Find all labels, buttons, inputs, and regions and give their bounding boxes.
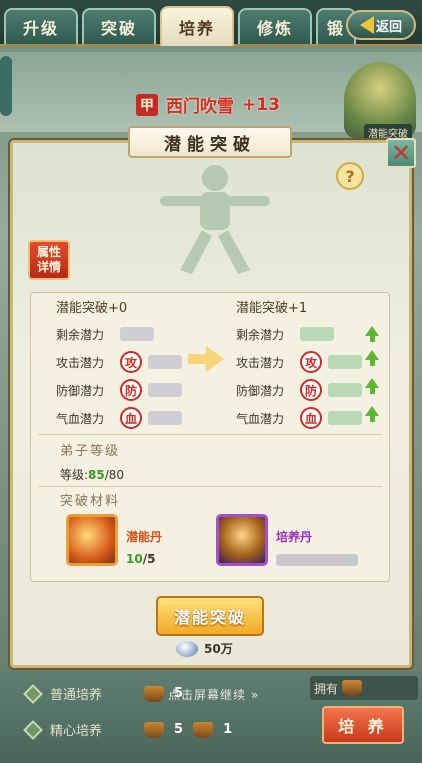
material-name: 潜能丹 <box>126 530 163 544</box>
stat-label: 攻击潜力 <box>56 355 105 370</box>
top-tab-bar: 升级 突破 培养 修炼 锻 返回 <box>0 0 422 46</box>
option-diamond-icon <box>23 719 43 740</box>
next-stage-head: 潜能突破+1 <box>236 301 308 316</box>
divider <box>38 434 382 435</box>
owned-label: 拥有 <box>314 681 339 696</box>
stat-value-hidden <box>328 411 362 425</box>
owned-box: 拥有 <box>310 676 418 700</box>
health-icon: 血 <box>120 407 142 429</box>
stat-label: 气血潜力 <box>56 411 105 426</box>
panel-title: 潜能突破 <box>128 126 292 158</box>
stat-value-hidden <box>300 327 334 341</box>
silver-coin-icon <box>176 640 198 657</box>
bowl-icon <box>144 721 165 738</box>
cost-amount: 50万 <box>204 642 233 656</box>
bowl-icon <box>342 680 363 696</box>
defense-icon: 防 <box>300 379 322 401</box>
stat-label: 剩余潜力 <box>236 327 285 342</box>
material-name: 培养丹 <box>276 530 313 544</box>
stat-row: 防御潜力 防 <box>236 376 362 404</box>
option-diamond-icon <box>23 683 43 704</box>
attribute-details-label-2: 详情 <box>36 260 61 274</box>
stat-label: 气血潜力 <box>236 411 285 426</box>
arrow-right-icon <box>188 346 224 372</box>
cultivate-button[interactable]: 培 养 <box>322 706 404 744</box>
material-have: 10 <box>126 552 143 566</box>
martial-figure-silhouette <box>160 165 270 274</box>
stat-row: 剩余潜力 <box>236 320 362 348</box>
stat-row: 气血潜力 血 <box>56 404 182 432</box>
stat-label: 攻击潜力 <box>236 355 285 370</box>
hero-level: +13 <box>242 94 280 115</box>
potential-pill-icon[interactable] <box>66 514 118 566</box>
divider <box>38 486 382 487</box>
tap-to-continue-hint: 点击屏幕继续 » <box>168 688 260 702</box>
material-count: 10/5 <box>126 552 155 566</box>
current-stage-head: 潜能突破+0 <box>56 301 128 316</box>
attribute-details-label-1: 属性 <box>36 245 61 259</box>
back-arrow-icon <box>359 16 374 34</box>
level-current: 85 <box>88 468 105 482</box>
stat-value-hidden <box>328 383 362 397</box>
defense-icon: 防 <box>120 379 142 401</box>
level-label: 等级: <box>60 468 89 482</box>
next-stats-column: 潜能突破+1 剩余潜力 攻击潜力 攻 防御潜力 防 气血潜力 血 <box>236 298 362 432</box>
stat-value-hidden <box>148 355 182 369</box>
current-stats-column: 潜能突破+0 剩余潜力 攻击潜力 攻 防御潜力 防 气血潜力 血 <box>56 298 182 432</box>
stat-row: 剩余潜力 <box>56 320 182 348</box>
health-icon: 血 <box>300 407 322 429</box>
tab-breakthrough[interactable]: 突破 <box>82 8 156 44</box>
disciple-level-title: 弟子等级 <box>60 444 121 459</box>
option-count: 1 <box>223 722 233 737</box>
stat-row: 气血潜力 血 <box>236 404 362 432</box>
option-count: 5 <box>174 722 184 737</box>
continue-label: 点击屏幕继续 <box>168 688 247 702</box>
stat-label: 防御潜力 <box>236 383 285 398</box>
stat-label: 防御潜力 <box>56 383 105 398</box>
normal-cultivate-option[interactable]: 普通培养 5 <box>23 683 183 704</box>
hero-name: 西门吹雪 <box>166 97 234 117</box>
stat-row: 攻击潜力 攻 <box>236 348 362 376</box>
option-label: 精心培养 <box>50 724 103 739</box>
material-need: /5 <box>142 552 156 566</box>
bowl-icon <box>193 721 214 738</box>
back-button[interactable]: 返回 <box>346 10 416 40</box>
stat-row: 防御潜力 防 <box>56 376 182 404</box>
stat-label: 剩余潜力 <box>56 327 105 342</box>
attack-icon: 攻 <box>120 351 142 373</box>
close-button[interactable]: ✕ <box>386 138 416 168</box>
close-icon: ✕ <box>390 139 412 167</box>
hero-name-plate: 甲 西门吹雪 +13 <box>136 92 280 117</box>
breakthrough-cost: 50万 <box>176 640 233 657</box>
stat-value-hidden <box>148 411 182 425</box>
option-label: 普通培养 <box>50 688 103 703</box>
material-count-hidden <box>276 554 358 566</box>
rank-seal-icon: 甲 <box>136 93 158 116</box>
attack-icon: 攻 <box>300 351 322 373</box>
tab-cultivate[interactable]: 培养 <box>160 6 234 46</box>
cultivation-pill-icon[interactable] <box>216 514 268 566</box>
help-icon[interactable]: ? <box>336 162 364 190</box>
breakthrough-button[interactable]: 潜能突破 <box>156 596 264 636</box>
stat-value-hidden <box>120 327 154 341</box>
tab-training[interactable]: 修炼 <box>238 8 312 44</box>
level-required: /80 <box>104 468 125 482</box>
attribute-details-button[interactable]: 属性 详情 <box>28 240 70 280</box>
back-button-label: 返回 <box>375 19 402 35</box>
stat-value-hidden <box>148 383 182 397</box>
bowl-icon <box>144 685 165 702</box>
stat-row: 攻击潜力 攻 <box>56 348 182 376</box>
careful-cultivate-option[interactable]: 精心培养 5 1 <box>23 719 233 740</box>
disciple-level-line: 等级:85/80 <box>60 466 124 483</box>
materials-title: 突破材料 <box>60 494 121 509</box>
left-pillar <box>0 56 12 116</box>
stat-value-hidden <box>328 355 362 369</box>
tab-upgrade[interactable]: 升级 <box>4 8 78 44</box>
